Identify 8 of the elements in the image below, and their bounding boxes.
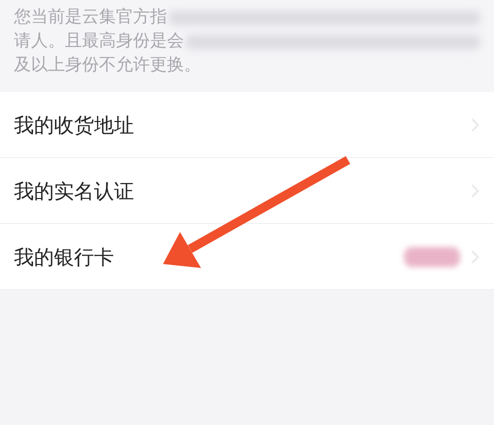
notice-text: 您当前是云集官方指 xyxy=(14,6,167,30)
menu-item[interactable]: 我的收货地址 xyxy=(0,92,494,158)
menu-label: 我的银行卡 xyxy=(14,244,114,270)
notice-text: 及以上身份不允许更换。 xyxy=(14,54,201,78)
menu-label: 我的实名认证 xyxy=(14,178,134,204)
menu-item[interactable]: 我的实名认证 xyxy=(0,158,494,224)
notice-text: 请人。且最高身份是会 xyxy=(14,30,184,54)
menu-label: 我的收货地址 xyxy=(14,112,134,138)
